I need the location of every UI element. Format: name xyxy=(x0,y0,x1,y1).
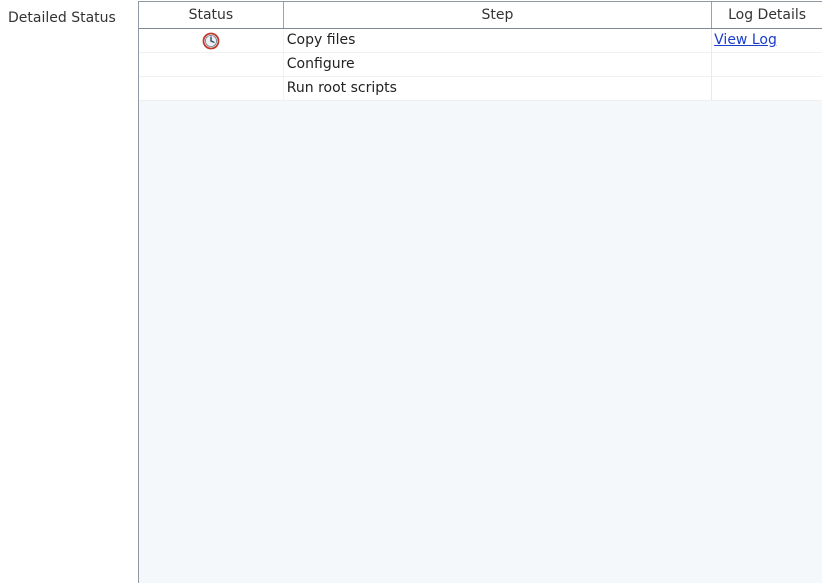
log-cell xyxy=(712,77,822,100)
status-cell xyxy=(139,77,284,100)
log-cell xyxy=(712,53,822,76)
detailed-status-label: Detailed Status xyxy=(8,10,116,26)
status-cell xyxy=(139,53,284,76)
table-row[interactable]: Copy files View Log xyxy=(139,29,822,53)
status-cell xyxy=(139,29,284,52)
step-cell: Copy files xyxy=(284,29,713,52)
step-cell: Configure xyxy=(284,53,713,76)
step-cell: Run root scripts xyxy=(284,77,713,100)
column-header-log-details[interactable]: Log Details xyxy=(712,2,822,28)
column-header-status[interactable]: Status xyxy=(139,2,284,28)
detailed-status-section: Detailed Status Status Step Log Details … xyxy=(0,0,822,583)
status-table: Status Step Log Details Copy files View … xyxy=(138,1,822,583)
log-cell: View Log xyxy=(712,29,822,52)
column-header-step[interactable]: Step xyxy=(284,2,713,28)
view-log-link[interactable]: View Log xyxy=(714,32,777,48)
table-row[interactable]: Run root scripts xyxy=(139,77,822,101)
clock-icon xyxy=(202,32,220,50)
table-row[interactable]: Configure xyxy=(139,53,822,77)
table-header: Status Step Log Details xyxy=(139,2,822,29)
